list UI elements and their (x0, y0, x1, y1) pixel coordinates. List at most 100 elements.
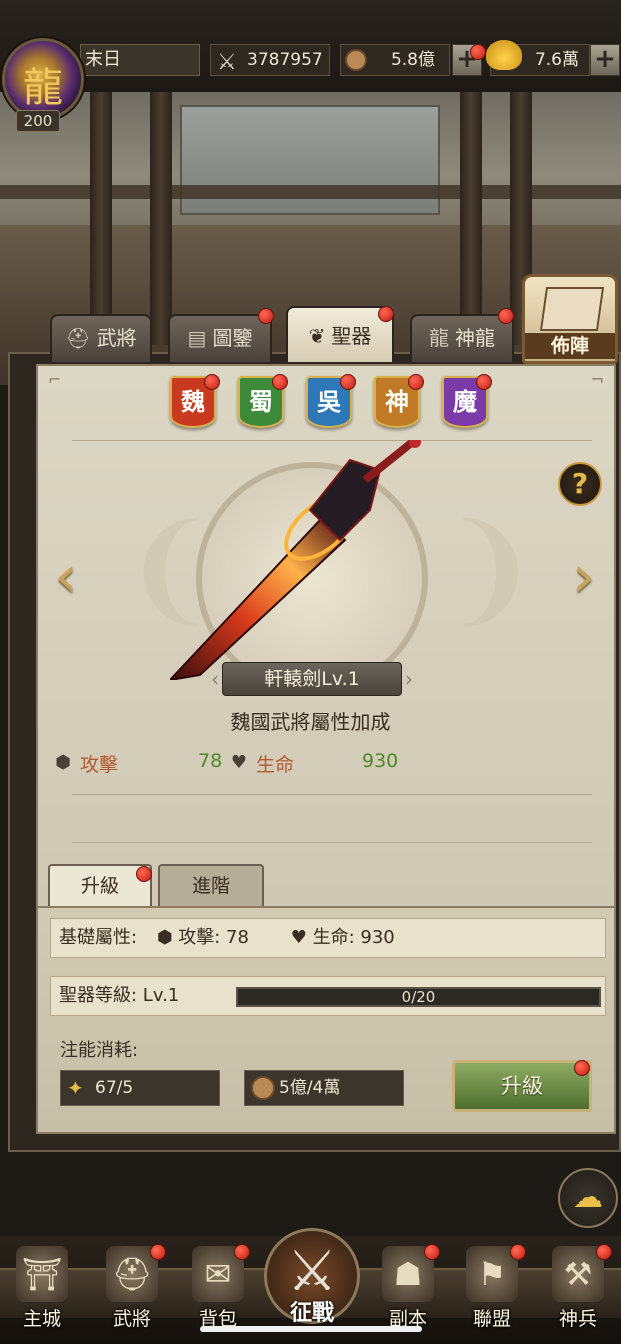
tab-dragon[interactable]: 龍神龍 (410, 314, 514, 362)
crystal-icon: ✦ (67, 1076, 84, 1100)
sword-icon (170, 440, 421, 680)
alert-dot (574, 1060, 590, 1076)
pillar (150, 85, 172, 345)
faction-demon[interactable]: 魔 (442, 374, 492, 428)
pillar (90, 85, 112, 345)
faction-shu[interactable]: 蜀 (238, 374, 288, 428)
dragon-icon: 龍 (23, 65, 63, 111)
coin-icon (345, 49, 367, 71)
alert-dot (596, 1244, 612, 1260)
nav-label: 武將 (112, 1308, 151, 1330)
helmet-icon: ⛑ (65, 326, 91, 350)
pillar (460, 85, 482, 345)
alert-dot (424, 1244, 440, 1260)
corner-ornament: ¬ (590, 370, 604, 389)
nav-label: 神兵 (558, 1308, 597, 1330)
heart-icon: ♥ (290, 927, 307, 948)
tab-advance[interactable]: 進階 (158, 864, 264, 906)
faction-label: 神 (385, 388, 409, 416)
crossed-swords-icon: ⚔ (217, 50, 237, 75)
alert-dot (150, 1244, 166, 1260)
nav-label: 聯盟 (472, 1308, 511, 1330)
nav-main-city[interactable]: ⛩ 主城 (2, 1240, 82, 1336)
player-name: 末日 (80, 44, 200, 76)
tab-label: 神龍 (455, 326, 495, 350)
nav-label: 主城 (22, 1308, 61, 1330)
alert-dot (510, 1244, 526, 1260)
bonus-description: 魏國武將屬性加成 (230, 710, 391, 734)
dragon-icon: 龍 (429, 326, 449, 350)
chat-icon: ☁ (573, 1180, 603, 1215)
alert-dot (470, 44, 486, 60)
nav-label: 征戰 (289, 1301, 334, 1326)
faction-label: 吳 (317, 388, 341, 416)
help-button[interactable]: ? (558, 462, 602, 506)
attack-icon: ⬢ (156, 927, 173, 948)
copper-value: 5.8億 (390, 50, 435, 70)
prev-artifact-button[interactable]: ‹ (46, 547, 86, 608)
copper-display: 5.8億 (340, 44, 450, 76)
alert-dot (340, 374, 356, 390)
alert-dot (234, 1244, 250, 1260)
coin-icon (251, 1076, 275, 1100)
player-avatar[interactable]: 龍 (2, 38, 84, 120)
faction-wei[interactable]: 魏 (170, 374, 220, 428)
tab-label: 武將 (96, 326, 137, 350)
next-artifact-button[interactable]: › (564, 547, 604, 608)
copper-cost-value: 5億/4萬 (279, 1078, 341, 1098)
tab-label: 聖器 (331, 324, 372, 348)
alert-dot (476, 374, 492, 390)
chevron-left-icon: ‹ (211, 667, 219, 691)
chat-button[interactable]: ☁ (558, 1168, 618, 1228)
tab-generals[interactable]: ⛑ 武將 (50, 314, 152, 362)
gold-ingot-icon (486, 40, 522, 70)
tab-codex[interactable]: ▤ 圖鑒 (168, 314, 272, 362)
upgrade-button-label: 升級 (501, 1074, 543, 1098)
gold-value: 7.6萬 (534, 50, 579, 70)
corner-ornament: ⌐ (48, 370, 62, 389)
artifact-name-plate: ‹ 軒轅劍Lv.1 › (211, 662, 413, 696)
faction-label: 蜀 (249, 388, 273, 416)
cost-label: 注能消耗: (60, 1040, 139, 1061)
level-label: 聖器等級: Lv.1 (59, 985, 180, 1006)
copper-cost: 5億/4萬 (244, 1070, 404, 1106)
combat-power: ⚔ 3787957 (210, 44, 330, 76)
faction-god[interactable]: 神 (374, 374, 424, 428)
alert-dot (136, 866, 152, 882)
tab-label: 進階 (191, 875, 230, 897)
alert-dot (272, 374, 288, 390)
chevron-right-icon: › (405, 667, 413, 691)
faction-selector: 魏 蜀 吳 神 魔 (170, 374, 492, 428)
upgrade-button[interactable]: 升級 (452, 1060, 592, 1112)
heart-icon: ♥ (230, 752, 248, 773)
book-icon: ▤ (187, 326, 207, 350)
base-attack: 攻擊: 78 (178, 927, 249, 948)
hp-label: 生命 (256, 754, 295, 776)
crystal-cost: ✦ 67/5 (60, 1070, 220, 1106)
attack-icon: ⬢ (55, 752, 71, 773)
base-hp: 生命: 930 (312, 927, 395, 948)
crystal-cost-value: 67/5 (95, 1078, 134, 1098)
formation-button[interactable]: 佈陣 (522, 274, 618, 364)
nav-battle[interactable]: ⚔ 征戰 (264, 1228, 360, 1326)
faction-label: 魏 (181, 388, 205, 416)
alert-dot (378, 306, 394, 322)
player-level: 200 (16, 110, 60, 132)
base-stats-row: 基礎屬性: ⬢ 攻擊: 78 ♥ 生命: 930 (50, 918, 606, 958)
wing-ornament: ❩ (440, 500, 541, 639)
attack-value: 78 (198, 750, 223, 772)
faction-label: 魔 (453, 388, 477, 416)
city-gate-icon: ⛩ (16, 1246, 68, 1302)
tab-label: 圖鑒 (212, 326, 253, 350)
alert-dot (408, 374, 424, 390)
faction-wu[interactable]: 吳 (306, 374, 356, 428)
home-indicator[interactable] (200, 1326, 422, 1332)
divider (72, 842, 592, 843)
hp-value: 930 (362, 750, 399, 772)
alert-dot (204, 374, 220, 390)
level-progress-bar: 0/20 (236, 987, 601, 1007)
add-gold-button[interactable]: + (590, 44, 620, 76)
artifact-name: 軒轅劍Lv.1 (264, 668, 360, 690)
attack-label: 攻擊 (80, 754, 119, 776)
progress-text: 0/20 (401, 988, 436, 1006)
